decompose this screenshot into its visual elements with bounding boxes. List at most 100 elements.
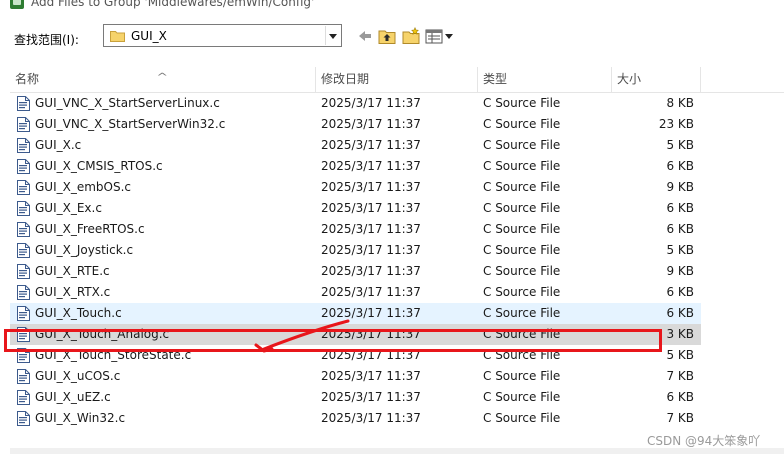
look-in-value: GUI_X [131, 29, 167, 43]
c-source-file-icon [17, 159, 30, 174]
column-date-label: 修改日期 [321, 72, 370, 86]
file-type: C Source File [483, 117, 561, 131]
title-bar: Add Files to Group 'Middlewares/emWin/Co… [0, 0, 784, 13]
table-row[interactable]: GUI_VNC_X_StartServerWin32.c 2025/3/17 11… [10, 114, 701, 135]
file-name: GUI_X_Joystick.c [35, 243, 134, 257]
look-in-dropdown[interactable]: GUI_X [103, 24, 342, 47]
file-type: C Source File [483, 222, 561, 236]
table-row[interactable]: GUI_X_uEZ.c 2025/3/17 11:37 C Source File 6… [10, 387, 701, 408]
list-header: 名称 ^ 修改日期 类型 大小 [10, 67, 784, 93]
column-name-header[interactable]: 名称 ^ [10, 67, 316, 92]
file-name: GUI_X_embOS.c [35, 180, 132, 194]
file-type: C Source File [483, 159, 561, 173]
table-row[interactable]: GUI_X_Touch_Analog.c 2025/3/17 11:37 C Sou… [10, 324, 701, 345]
file-list[interactable]: 名称 ^ 修改日期 类型 大小 GUI_VNC_X_StartServerLin… [10, 67, 784, 448]
file-size: 6 KB [666, 285, 694, 299]
file-size: 8 KB [666, 96, 694, 110]
file-size: 6 KB [666, 201, 694, 215]
file-date: 2025/3/17 11:37 [321, 285, 421, 299]
c-source-file-icon [17, 369, 30, 384]
file-type: C Source File [483, 390, 561, 404]
file-size: 6 KB [666, 222, 694, 236]
file-name: GUI_X_Touch.c [35, 306, 122, 320]
file-size: 5 KB [666, 138, 694, 152]
file-name: GUI_X_uCOS.c [35, 369, 121, 383]
file-size: 6 KB [666, 306, 694, 320]
file-size: 23 KB [658, 117, 694, 131]
column-date-header[interactable]: 修改日期 [316, 67, 478, 92]
window-title: Add Files to Group 'Middlewares/emWin/Co… [31, 0, 315, 9]
file-name: GUI_X_Touch_StoreState.c [35, 348, 192, 362]
file-name: GUI_X.c [35, 138, 82, 152]
app-icon [10, 0, 24, 9]
view-menu-icon[interactable] [425, 27, 455, 45]
file-type: C Source File [483, 327, 561, 341]
column-size-label: 大小 [617, 72, 642, 86]
watermark: CSDN @94大笨象吖 [647, 434, 761, 448]
file-name: GUI_X_Ex.c [35, 201, 102, 215]
file-type: C Source File [483, 285, 561, 299]
column-type-label: 类型 [483, 72, 508, 86]
file-size: 3 KB [666, 327, 694, 341]
table-row[interactable]: GUI_X.c 2025/3/17 11:37 C Source File 5 KB [10, 135, 701, 156]
file-size: 5 KB [666, 348, 694, 362]
c-source-file-icon [17, 180, 30, 195]
file-date: 2025/3/17 11:37 [321, 222, 421, 236]
file-type: C Source File [483, 306, 561, 320]
chevron-down-icon[interactable] [325, 26, 340, 45]
file-date: 2025/3/17 11:37 [321, 138, 421, 152]
file-size: 9 KB [666, 264, 694, 278]
file-type: C Source File [483, 348, 561, 362]
table-row[interactable]: GUI_X_Ex.c 2025/3/17 11:37 C Source File 6 … [10, 198, 701, 219]
file-size: 7 KB [666, 411, 694, 425]
file-date: 2025/3/17 11:37 [321, 348, 421, 362]
new-folder-icon[interactable] [402, 27, 420, 45]
file-type: C Source File [483, 96, 561, 110]
c-source-file-icon [17, 327, 30, 342]
file-type: C Source File [483, 243, 561, 257]
c-source-file-icon [17, 96, 30, 111]
c-source-file-icon [17, 285, 30, 300]
file-name: GUI_VNC_X_StartServerLinux.c [35, 96, 220, 110]
file-size: 9 KB [666, 180, 694, 194]
table-row[interactable]: GUI_X_RTE.c 2025/3/17 11:37 C Source File 9… [10, 261, 701, 282]
table-row[interactable]: GUI_X_Touch_StoreState.c 2025/3/17 11:37 C… [10, 345, 701, 366]
table-row[interactable]: GUI_VNC_X_StartServerLinux.c 2025/3/17 11… [10, 93, 701, 114]
table-row[interactable]: GUI_X_Joystick.c 2025/3/17 11:37 C Source … [10, 240, 701, 261]
file-type: C Source File [483, 138, 561, 152]
table-row[interactable]: GUI_X_Touch.c 2025/3/17 11:37 C Source Fil… [10, 303, 701, 324]
back-arrow-icon[interactable] [357, 27, 373, 45]
c-source-file-icon [17, 348, 30, 363]
file-name: GUI_X_Win32.c [35, 411, 126, 425]
table-row[interactable]: GUI_X_embOS.c 2025/3/17 11:37 C Source Fil… [10, 177, 701, 198]
file-date: 2025/3/17 11:37 [321, 264, 421, 278]
file-name: GUI_X_uEZ.c [35, 390, 111, 404]
c-source-file-icon [17, 138, 30, 153]
up-folder-icon[interactable] [378, 27, 396, 45]
file-date: 2025/3/17 11:37 [321, 117, 421, 131]
file-size: 7 KB [666, 369, 694, 383]
table-row[interactable]: GUI_X_CMSIS_RTOS.c 2025/3/17 11:37 C Sourc… [10, 156, 701, 177]
file-size: 6 KB [666, 159, 694, 173]
c-source-file-icon [17, 243, 30, 258]
table-row[interactable]: GUI_X_Win32.c 2025/3/17 11:37 C Source Fil… [10, 408, 701, 429]
table-row[interactable]: GUI_X_uCOS.c 2025/3/17 11:37 C Source File… [10, 366, 701, 387]
file-name: GUI_X_Touch_Analog.c [35, 327, 170, 341]
file-date: 2025/3/17 11:37 [321, 306, 421, 320]
file-type: C Source File [483, 180, 561, 194]
file-size: 5 KB [666, 243, 694, 257]
file-type: C Source File [483, 411, 561, 425]
file-name: GUI_VNC_X_StartServerWin32.c [35, 117, 226, 131]
file-date: 2025/3/17 11:37 [321, 180, 421, 194]
file-date: 2025/3/17 11:37 [321, 327, 421, 341]
table-row[interactable]: GUI_X_FreeRTOS.c 2025/3/17 11:37 C Source … [10, 219, 701, 240]
folder-icon [110, 31, 125, 42]
column-name-label: 名称 [15, 72, 40, 86]
column-type-header[interactable]: 类型 [478, 67, 612, 92]
column-size-header[interactable]: 大小 [612, 67, 701, 92]
c-source-file-icon [17, 264, 30, 279]
table-row[interactable]: GUI_X_RTX.c 2025/3/17 11:37 C Source File 6… [10, 282, 701, 303]
file-date: 2025/3/17 11:37 [321, 369, 421, 383]
c-source-file-icon [17, 411, 30, 426]
file-type: C Source File [483, 201, 561, 215]
